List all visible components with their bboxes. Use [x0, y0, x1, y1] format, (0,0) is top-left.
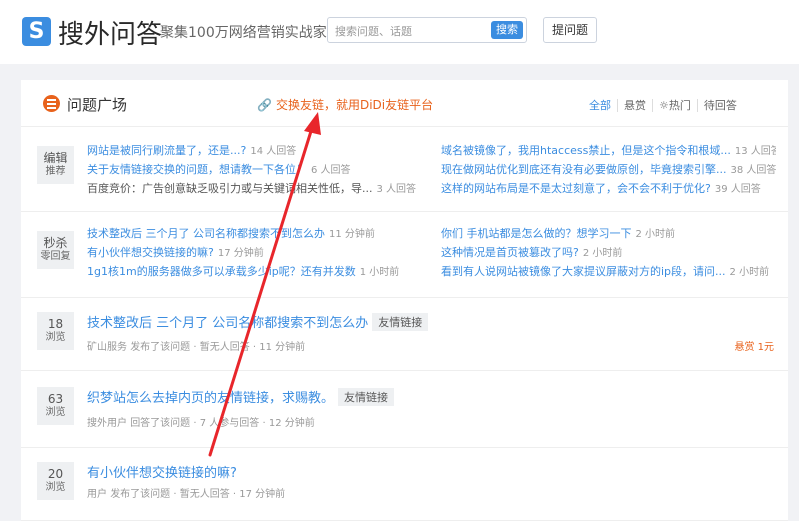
site-name[interactable]: 搜外问答	[58, 14, 162, 51]
filter-hot[interactable]: ☼热门	[652, 99, 697, 112]
question-link[interactable]: 你们 手机站都是怎么做的？想学习一下	[441, 227, 632, 240]
question-link[interactable]: 域名被镜像了，我用htaccess禁止，但是这个指令和根域...	[441, 144, 731, 157]
author-link[interactable]: 用户	[87, 489, 107, 500]
question-link[interactable]: 网站是被同行刷流量了，还是...?	[87, 144, 246, 157]
topic-tag[interactable]: 友情链接	[372, 313, 429, 331]
question-link[interactable]: 技术整改后 三个月了 公司名称都搜索不到怎么办	[87, 227, 325, 240]
left-question-list: 技术整改后 三个月了 公司名称都搜索不到怎么办 11 分钟前 有小伙伴想交换链接的…	[87, 224, 427, 281]
question-link[interactable]: 有小伙伴想交换链接的嘛?	[87, 246, 214, 259]
group-badge: 编辑 推荐	[37, 146, 74, 184]
list-item: 关于友情链接交换的问题，想请教一下各位！ 6 人回答	[87, 163, 351, 176]
list-item: 你们 手机站都是怎么做的？想学习一下 2 小时前	[441, 227, 676, 240]
list-item: 这样的网站布局是不是太过刻意了，会不会不利于优化? 39 人回答	[441, 182, 761, 195]
list-icon	[43, 95, 60, 112]
question-meta: 用户 发布了该问题 · 暂无人回答 · 17 分钟前	[87, 489, 286, 500]
question-row: 63 浏览 织梦站怎么去掉内页的友情链接，求赐教。 友情链接 搜外用户 回答了该问题…	[21, 371, 788, 448]
question-title[interactable]: 织梦站怎么去掉内页的友情链接，求赐教。	[87, 391, 334, 406]
question-title-line: 有小伙伴想交换链接的嘛?	[87, 462, 237, 481]
question-link[interactable]: 现在做网站优化到底还有没有必要做原创，毕竟搜索引擎...	[441, 163, 727, 176]
group-badge: 秒杀 零回复	[37, 231, 74, 269]
left-question-list: 网站是被同行刷流量了，还是...? 14 人回答 关于友情链接交换的问题，想请教一…	[87, 141, 427, 198]
promo-link[interactable]: 🔗 交换友链，就用DiDi友链平台	[257, 96, 433, 113]
question-link[interactable]: 这种情况是首页被篡改了吗?	[441, 246, 579, 259]
search-box: 搜索	[327, 17, 527, 43]
question-link[interactable]: 这样的网站布局是不是太过刻意了，会不会不利于优化?	[441, 182, 711, 195]
question-meta: 搜外用户 回答了该问题 · 7 人参与回答 · 12 分钟前	[87, 418, 315, 429]
link-icon: 🔗	[257, 98, 272, 112]
list-item: 有小伙伴想交换链接的嘛? 17 分钟前	[87, 246, 264, 259]
right-question-list: 域名被镜像了，我用htaccess禁止，但是这个指令和根域... 13 人回答 现…	[441, 141, 776, 198]
question-title-line: 技术整改后 三个月了 公司名称都搜索不到怎么办 友情链接	[87, 312, 429, 331]
question-row: 18 浏览 技术整改后 三个月了 公司名称都搜索不到怎么办 友情链接 矿山服务 发布…	[21, 298, 788, 371]
question-title-line: 织梦站怎么去掉内页的友情链接，求赐教。 友情链接	[87, 387, 395, 406]
fire-icon: ☼	[659, 99, 669, 112]
question-row: 20 浏览 有小伙伴想交换链接的嘛? 用户 发布了该问题 · 暂无人回答 · 17…	[21, 448, 788, 521]
list-item: 技术整改后 三个月了 公司名称都搜索不到怎么办 11 分钟前	[87, 227, 375, 240]
question-link[interactable]: 1g1核1m的服务器做多可以承载多少ip呢？还有并发数	[87, 265, 356, 278]
reward-badge: 悬赏 1元	[734, 342, 774, 353]
filter-reward[interactable]: 悬赏	[617, 99, 652, 112]
filter-hot-label: 热门	[668, 99, 691, 112]
editor-picks-group: 编辑 推荐 网站是被同行刷流量了，还是...? 14 人回答 关于友情链接交换的问题…	[21, 127, 788, 212]
topic-tag[interactable]: 友情链接	[338, 388, 395, 406]
search-button[interactable]: 搜索	[491, 21, 523, 39]
section-title: 问题广场	[67, 96, 128, 114]
list-item: 这种情况是首页被篡改了吗? 2 小时前	[441, 246, 623, 259]
zero-reply-group: 秒杀 零回复 技术整改后 三个月了 公司名称都搜索不到怎么办 11 分钟前 有小伙伴…	[21, 212, 788, 298]
filter-tabs: 全部 悬赏 ☼热门 待回答	[583, 97, 743, 113]
list-item: 网站是被同行刷流量了，还是...? 14 人回答	[87, 144, 297, 157]
section-header: 问题广场 🔗 交换友链，就用DiDi友链平台 全部 悬赏 ☼热门 待回答	[21, 80, 788, 127]
right-question-list: 你们 手机站都是怎么做的？想学习一下 2 小时前 这种情况是首页被篡改了吗? 2 小…	[441, 224, 776, 281]
list-item: 域名被镜像了，我用htaccess禁止，但是这个指令和根域... 13 人回答	[441, 144, 776, 157]
question-square-panel: 问题广场 🔗 交换友链，就用DiDi友链平台 全部 悬赏 ☼热门 待回答 编辑 推荐 网站…	[21, 80, 788, 521]
view-count-badge: 63 浏览	[37, 387, 74, 425]
logo-icon[interactable]: S	[22, 17, 51, 46]
filter-all[interactable]: 全部	[583, 99, 617, 112]
question-title[interactable]: 有小伙伴想交换链接的嘛?	[87, 466, 237, 481]
search-input[interactable]	[333, 22, 487, 40]
site-header: S 搜外问答 聚集100万网络营销实战家 搜索 提问题	[0, 0, 799, 64]
filter-unanswered[interactable]: 待回答	[696, 99, 743, 112]
question-title[interactable]: 技术整改后 三个月了 公司名称都搜索不到怎么办	[87, 316, 368, 331]
question-link[interactable]: 看到有人说网站被镜像了大家提议屏蔽对方的ip段，请问...	[441, 265, 726, 278]
promo-text: 交换友链，就用DiDi友链平台	[275, 98, 434, 112]
question-meta: 矿山服务 发布了该问题 · 暂无人回答 · 11 分钟前	[87, 342, 306, 353]
list-item: 看到有人说网站被镜像了大家提议屏蔽对方的ip段，请问... 2 小时前	[441, 265, 770, 278]
list-item: 百度竞价：广告创意缺乏吸引力或与关键词相关性低，导... 3 人回答	[87, 182, 417, 195]
view-count-badge: 18 浏览	[37, 312, 74, 350]
list-item: 现在做网站优化到底还有没有必要做原创，毕竟搜索引擎... 38 人回答	[441, 163, 776, 176]
ask-question-button[interactable]: 提问题	[543, 17, 597, 43]
question-link[interactable]: 关于友情链接交换的问题，想请教一下各位！	[87, 163, 307, 176]
slogan: 聚集100万网络营销实战家	[160, 25, 327, 41]
author-link[interactable]: 搜外用户	[87, 418, 127, 429]
list-item: 1g1核1m的服务器做多可以承载多少ip呢？还有并发数 1 小时前	[87, 265, 400, 278]
view-count-badge: 20 浏览	[37, 462, 74, 500]
author-link[interactable]: 矿山服务	[87, 342, 127, 353]
question-link[interactable]: 百度竞价：广告创意缺乏吸引力或与关键词相关性低，导...	[87, 182, 373, 195]
